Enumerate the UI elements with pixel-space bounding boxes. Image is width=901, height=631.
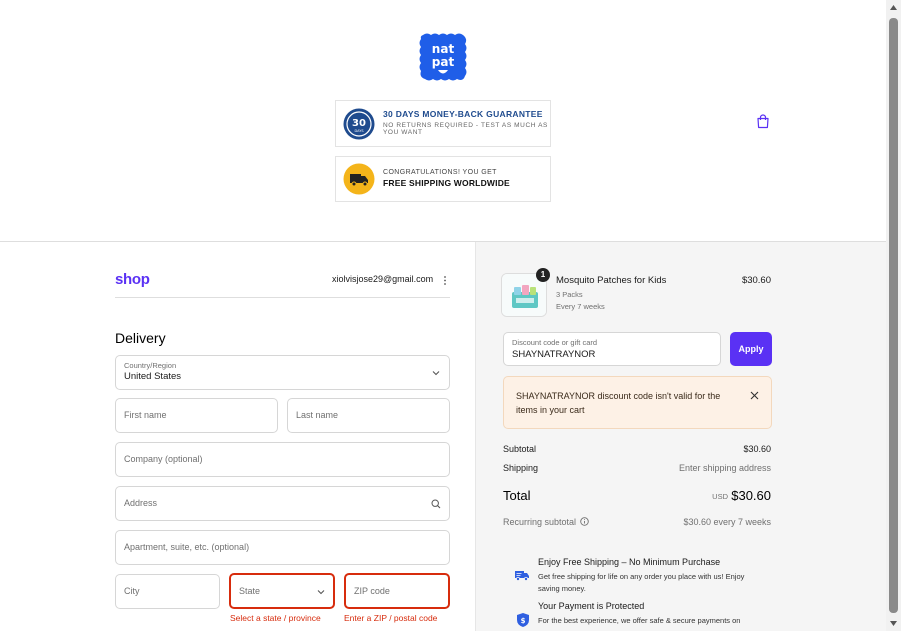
free-shipping-banner: CONGRATULATIONS! YOU GET FREE SHIPPING W…	[335, 156, 551, 202]
info-icon[interactable]	[580, 517, 589, 526]
recurring-subtotal-value: $30.60 every 7 weeks	[683, 517, 771, 527]
address-placeholder: Address	[124, 498, 158, 508]
shop-pay-logo: shop	[115, 271, 150, 288]
account-menu-kebab-icon[interactable]	[441, 275, 449, 286]
cart-bag-icon[interactable]	[756, 114, 770, 129]
svg-text:30: 30	[352, 118, 366, 129]
city-placeholder: City	[124, 586, 140, 596]
shipping-main-text: FREE SHIPPING WORLDWIDE	[383, 178, 510, 189]
state-placeholder: State	[239, 586, 261, 596]
discount-code-label: Discount code or gift card	[512, 338, 598, 347]
perk-shipping-desc: Get free shipping for life on any order …	[538, 572, 745, 593]
last-name-field[interactable]: Last name	[287, 398, 450, 433]
apartment-field[interactable]: Apartment, suite, etc. (optional)	[115, 530, 450, 565]
state-error-message: Select a state / province	[230, 613, 321, 623]
guarantee-seal-icon: 30 DAYS	[343, 108, 375, 139]
address-field[interactable]: Address	[115, 486, 450, 521]
discount-error-alert: SHAYNATRAYNOR discount code isn't valid …	[503, 376, 772, 429]
country-select[interactable]: Country/Region United States	[115, 355, 450, 390]
guarantee-title: 30 DAYS MONEY-BACK GUARANTEE	[383, 109, 543, 120]
total-currency: USD	[712, 492, 728, 501]
first-name-field[interactable]: First name	[115, 398, 278, 433]
last-name-placeholder: Last name	[296, 410, 339, 420]
discount-error-text: SHAYNATRAYNOR discount code isn't valid …	[516, 391, 721, 415]
scrollbar-thumb[interactable]	[889, 18, 898, 613]
recurring-subtotal-row: Recurring subtotal	[503, 517, 589, 527]
shipping-truck-icon	[515, 571, 529, 581]
product-name: Mosquito Patches for Kids	[556, 275, 667, 286]
first-name-placeholder: First name	[124, 410, 167, 420]
order-summary-column: 1 Mosquito Patches for Kids 3 Packs Ever…	[475, 242, 886, 631]
guarantee-subtitle: NO RETURNS REQUIRED - TEST AS MUCH AS YO…	[383, 121, 548, 137]
svg-text:$: $	[521, 617, 526, 625]
delivery-heading: Delivery	[115, 330, 166, 346]
shipping-value: Enter shipping address	[678, 463, 771, 473]
country-value: United States	[124, 371, 182, 382]
logo-text-bottom: pat	[432, 55, 455, 69]
city-field[interactable]: City	[115, 574, 220, 609]
product-variant: 3 Packs	[556, 290, 583, 299]
discount-code-field[interactable]: Discount code or gift card SHAYNATRAYNOR	[503, 332, 721, 366]
natpat-logo[interactable]: nat pat	[417, 31, 469, 83]
company-field[interactable]: Company (optional)	[115, 442, 450, 477]
subtotal-value: $30.60	[743, 444, 771, 454]
shipping-label: Shipping	[503, 463, 539, 473]
scroll-up-arrow-icon[interactable]	[890, 5, 897, 10]
page-scrollbar[interactable]	[886, 0, 901, 631]
country-label: Country/Region	[124, 361, 177, 370]
account-divider	[115, 297, 450, 298]
svg-text:DAYS: DAYS	[354, 129, 364, 133]
perk-shipping-title: Enjoy Free Shipping – No Minimum Purchas…	[538, 557, 721, 567]
close-icon[interactable]	[750, 391, 759, 400]
logo-text-top: nat	[432, 42, 455, 56]
page-header: nat pat 30 DAYS 30 DAYS MONEY-BACK GUARA…	[0, 0, 886, 242]
chevron-down-icon	[432, 371, 440, 376]
product-price: $30.60	[741, 275, 771, 286]
perk-payment-title: Your Payment is Protected	[538, 601, 645, 611]
state-select[interactable]: State	[229, 573, 335, 609]
chevron-down-icon	[317, 590, 325, 595]
guarantee-banner: 30 DAYS 30 DAYS MONEY-BACK GUARANTEE NO …	[335, 100, 551, 147]
apply-discount-button[interactable]: Apply	[730, 332, 772, 366]
company-placeholder: Company (optional)	[124, 454, 203, 464]
checkout-form-column: shop xiolvisjose29@gmail.com Delivery Co…	[0, 242, 475, 631]
shipping-congrats-text: CONGRATULATIONS! YOU GET	[383, 169, 497, 177]
subtotal-label: Subtotal	[503, 444, 537, 454]
total-label: Total	[503, 488, 531, 503]
shield-dollar-icon: $	[517, 613, 529, 627]
search-icon	[431, 499, 441, 509]
account-email: xiolvisjose29@gmail.com	[332, 274, 434, 284]
zip-error-message: Enter a ZIP / postal code	[344, 613, 438, 623]
total-amount: $30.60	[731, 488, 771, 503]
delivery-truck-icon	[343, 163, 375, 195]
apartment-placeholder: Apartment, suite, etc. (optional)	[124, 542, 250, 552]
quantity-badge: 1	[536, 268, 550, 282]
scroll-down-arrow-icon[interactable]	[890, 621, 897, 626]
zip-field[interactable]: ZIP code	[344, 573, 450, 609]
perk-payment-desc: For the best experience, we offer safe &…	[538, 616, 741, 625]
zip-placeholder: ZIP code	[354, 586, 390, 596]
discount-code-value: SHAYNATRAYNOR	[512, 349, 596, 360]
product-frequency: Every 7 weeks	[556, 302, 605, 311]
recurring-subtotal-label: Recurring subtotal	[503, 517, 577, 527]
